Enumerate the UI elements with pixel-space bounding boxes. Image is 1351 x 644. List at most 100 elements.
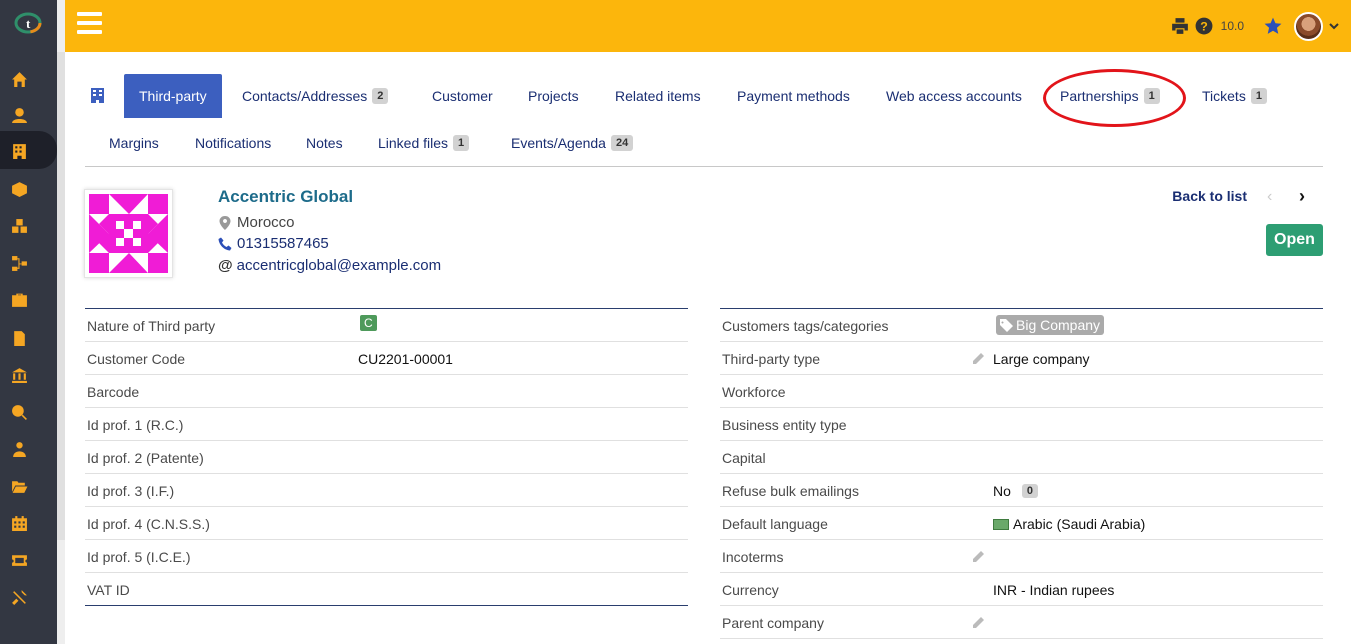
tab-tickets[interactable]: Tickets 1 xyxy=(1202,74,1267,118)
cube-icon[interactable] xyxy=(10,180,28,198)
user-icon[interactable] xyxy=(10,106,28,124)
field-label: Currency xyxy=(722,582,779,598)
tab-related-items[interactable]: Related items xyxy=(615,74,701,118)
print-icon[interactable] xyxy=(1171,17,1189,35)
tab-margins[interactable]: Margins xyxy=(109,121,159,165)
field-row-business-entity: Business entity type xyxy=(720,408,1323,441)
sidebar-active-indicator xyxy=(0,131,57,169)
tag-icon xyxy=(1000,318,1013,332)
tab-third-party[interactable]: Third-party xyxy=(124,74,222,118)
invoice-icon[interactable] xyxy=(10,329,28,347)
field-label: Capital xyxy=(722,450,766,466)
menu-toggle-icon[interactable] xyxy=(77,12,102,34)
tab-count-badge: 24 xyxy=(610,135,634,151)
field-row-default-language: Default language Arabic (Saudi Arabia) xyxy=(720,507,1323,540)
help-icon[interactable]: ? xyxy=(1195,17,1213,35)
field-label: Third-party type xyxy=(722,351,821,367)
field-value: Large company xyxy=(993,351,1090,367)
field-label: Barcode xyxy=(87,384,140,400)
field-label: Id prof. 2 (Patente) xyxy=(87,450,204,466)
field-label: Workforce xyxy=(722,384,786,400)
scrollbar-thumb[interactable] xyxy=(57,52,65,540)
status-open-button[interactable]: Open xyxy=(1266,224,1323,256)
calendar-icon[interactable] xyxy=(10,514,28,532)
field-value: CU2201-00001 xyxy=(358,351,453,367)
field-row-currency: Currency INR - Indian rupees xyxy=(720,573,1323,606)
building-icon[interactable] xyxy=(10,142,28,160)
field-label: VAT ID xyxy=(87,582,130,598)
field-label: Id prof. 1 (R.C.) xyxy=(87,417,184,433)
field-label: Refuse bulk emailings xyxy=(722,483,859,499)
field-row-tags: Customers tags/categories Big Company xyxy=(720,309,1323,342)
tab-count-badge: 2 xyxy=(372,88,389,104)
tab-contacts-addresses[interactable]: Contacts/Addresses 2 xyxy=(242,74,389,118)
field-label: Parent company xyxy=(722,615,824,631)
company-phone[interactable]: 01315587465 xyxy=(218,235,329,252)
field-row-idprof4: Id prof. 4 (C.N.S.S.) xyxy=(85,507,688,540)
category-tag[interactable]: Big Company xyxy=(996,315,1105,335)
edit-pencil-icon[interactable] xyxy=(972,352,985,365)
cubes-icon[interactable] xyxy=(10,217,28,235)
chevron-down-icon[interactable] xyxy=(1329,21,1339,31)
right-fields-table: Customers tags/categories Big Company Th… xyxy=(720,308,1323,639)
map-marker-icon xyxy=(219,215,231,230)
bookmark-star-icon[interactable] xyxy=(1264,17,1282,35)
field-label: Id prof. 3 (I.F.) xyxy=(87,483,175,499)
nature-badge: C xyxy=(360,315,377,331)
tab-projects[interactable]: Projects xyxy=(528,74,579,118)
search-dollar-icon[interactable] xyxy=(10,403,28,421)
svg-text:?: ? xyxy=(1200,20,1208,34)
tab-count-badge: 1 xyxy=(1250,88,1267,104)
edit-pencil-icon[interactable] xyxy=(972,550,985,563)
home-icon[interactable] xyxy=(10,70,28,88)
field-label: Business entity type xyxy=(722,417,847,433)
company-logo-image[interactable] xyxy=(84,189,173,278)
field-row-vat-id: VAT ID xyxy=(85,573,688,606)
app-logo-icon[interactable]: t xyxy=(14,11,42,35)
count-badge: 0 xyxy=(1021,484,1039,498)
left-sidebar: t xyxy=(0,0,57,644)
tools-icon[interactable] xyxy=(10,588,28,606)
left-fields-table: Nature of Third party C Customer Code CU… xyxy=(85,308,688,606)
tab-notifications[interactable]: Notifications xyxy=(195,121,271,165)
previous-record-icon[interactable]: ‹ xyxy=(1267,188,1272,206)
tab-linked-files[interactable]: Linked files 1 xyxy=(378,121,470,165)
users-icon[interactable] xyxy=(10,440,28,458)
at-sign-icon: @ xyxy=(218,257,233,274)
field-label: Customers tags/categories xyxy=(722,318,889,334)
thirdparty-building-icon xyxy=(91,88,104,103)
field-value: No 0 xyxy=(993,483,1039,499)
identicon-image xyxy=(89,194,168,273)
saudi-flag-icon xyxy=(993,518,1009,530)
tab-payment-methods[interactable]: Payment methods xyxy=(737,74,850,118)
partnerships-highlight-circle xyxy=(1043,69,1186,127)
field-row-barcode: Barcode xyxy=(85,375,688,408)
tab-events-agenda[interactable]: Events/Agenda 24 xyxy=(511,121,634,165)
folder-open-icon[interactable] xyxy=(10,477,28,495)
version-label: 10.0 xyxy=(1220,19,1244,33)
field-row-idprof1: Id prof. 1 (R.C.) xyxy=(85,408,688,441)
tab-notes[interactable]: Notes xyxy=(306,121,343,165)
user-avatar[interactable] xyxy=(1294,11,1323,41)
field-row-idprof2: Id prof. 2 (Patente) xyxy=(85,441,688,474)
briefcase-icon[interactable] xyxy=(10,291,28,309)
field-value: INR - Indian rupees xyxy=(993,582,1115,598)
field-row-refuse-bulk: Refuse bulk emailings No 0 xyxy=(720,474,1323,507)
back-to-list-link[interactable]: Back to list xyxy=(1172,188,1247,204)
edit-pencil-icon[interactable] xyxy=(972,616,985,629)
field-row-capital: Capital xyxy=(720,441,1323,474)
project-tree-icon[interactable] xyxy=(10,254,28,272)
field-row-idprof5: Id prof. 5 (I.C.E.) xyxy=(85,540,688,573)
field-row-idprof3: Id prof. 3 (I.F.) xyxy=(85,474,688,507)
field-row-customer-code: Customer Code CU2201-00001 xyxy=(85,342,688,375)
company-email[interactable]: @ accentricglobal@example.com xyxy=(218,257,441,274)
ticket-icon[interactable] xyxy=(10,551,28,569)
tab-customer[interactable]: Customer xyxy=(432,74,493,118)
company-name: Accentric Global xyxy=(218,187,354,206)
next-record-icon[interactable]: › xyxy=(1299,186,1305,207)
field-row-workforce: Workforce xyxy=(720,375,1323,408)
field-label: Id prof. 4 (C.N.S.S.) xyxy=(87,516,210,532)
company-country: Morocco xyxy=(218,214,295,231)
bank-icon[interactable] xyxy=(10,366,28,384)
tab-web-access-accounts[interactable]: Web access accounts xyxy=(886,74,1022,118)
